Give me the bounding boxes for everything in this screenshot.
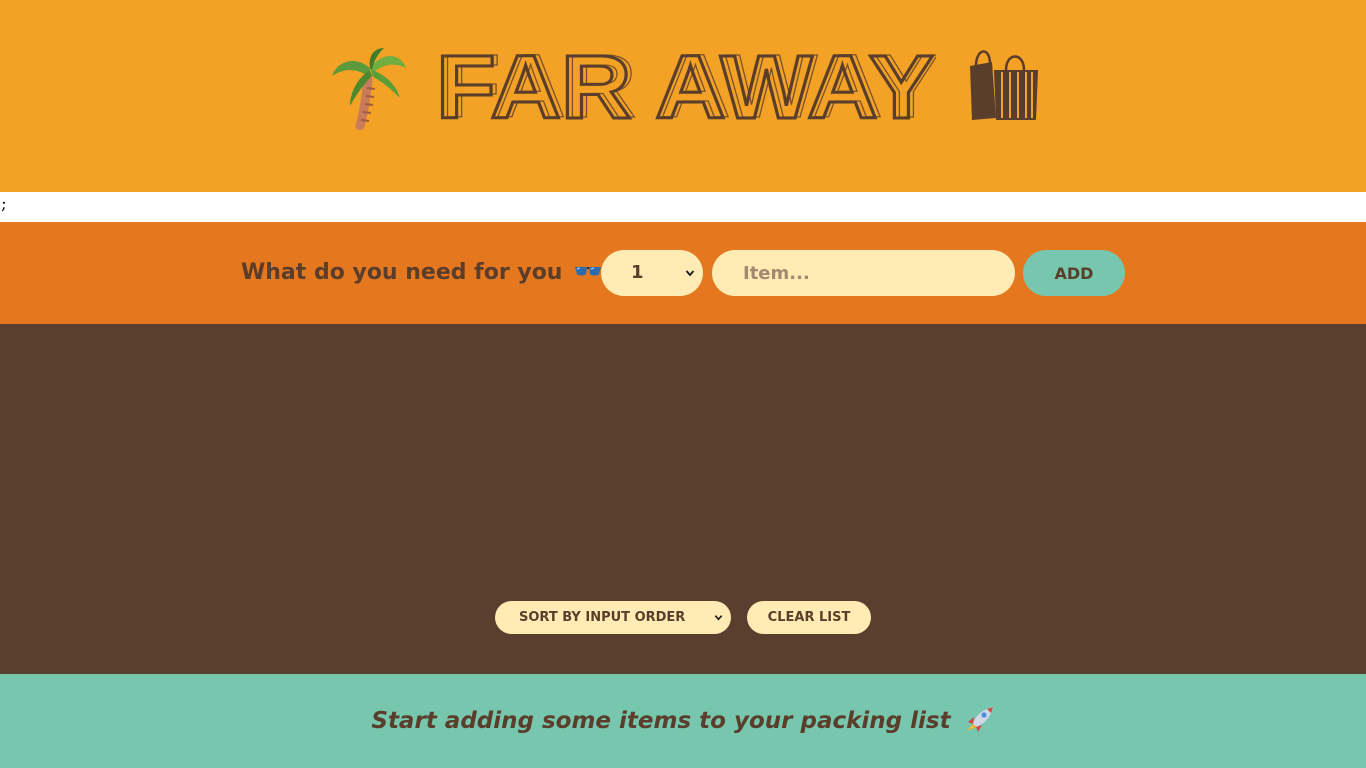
footer-message-text: Start adding some items to your packing … — [371, 708, 951, 734]
add-item-form: What do you need for you 1 ADD — [0, 222, 1366, 324]
quantity-select-value: 1 — [631, 262, 644, 283]
item-input[interactable] — [712, 250, 1015, 296]
header: FAR AWAY FAR AWAY — [0, 0, 1366, 192]
form-question: What do you need for you — [241, 259, 602, 287]
stats-footer: Start adding some items to your packing … — [0, 674, 1366, 768]
chevron-down-icon — [714, 615, 723, 621]
palm-tree-icon — [332, 48, 406, 130]
add-button[interactable]: ADD — [1023, 250, 1125, 296]
app: FAR AWAY FAR AWAY ; What do you need for… — [0, 0, 1366, 768]
sort-select-value: SORT BY INPUT ORDER — [519, 610, 686, 625]
form-question-label: What do you need for you — [241, 260, 563, 285]
shopping-bags-icon — [970, 50, 1038, 120]
packing-list: SORT BY INPUT ORDER CLEAR LIST — [0, 324, 1366, 674]
clear-list-button[interactable]: CLEAR LIST — [747, 601, 871, 634]
stray-text-strip: ; — [0, 192, 1366, 222]
sunglasses-icon — [575, 267, 602, 276]
footer-message: Start adding some items to your packing … — [0, 706, 1366, 736]
rocket-icon — [966, 706, 993, 732]
sort-select[interactable]: SORT BY INPUT ORDER — [495, 601, 731, 634]
header-logo: FAR AWAY FAR AWAY — [330, 44, 1050, 130]
stray-text: ; — [1, 194, 7, 214]
quantity-select[interactable]: 1 — [601, 250, 703, 296]
app-title-shadow: FAR AWAY — [441, 48, 936, 124]
app-title: FAR AWAY FAR AWAY — [436, 48, 936, 124]
chevron-down-icon — [685, 270, 695, 277]
